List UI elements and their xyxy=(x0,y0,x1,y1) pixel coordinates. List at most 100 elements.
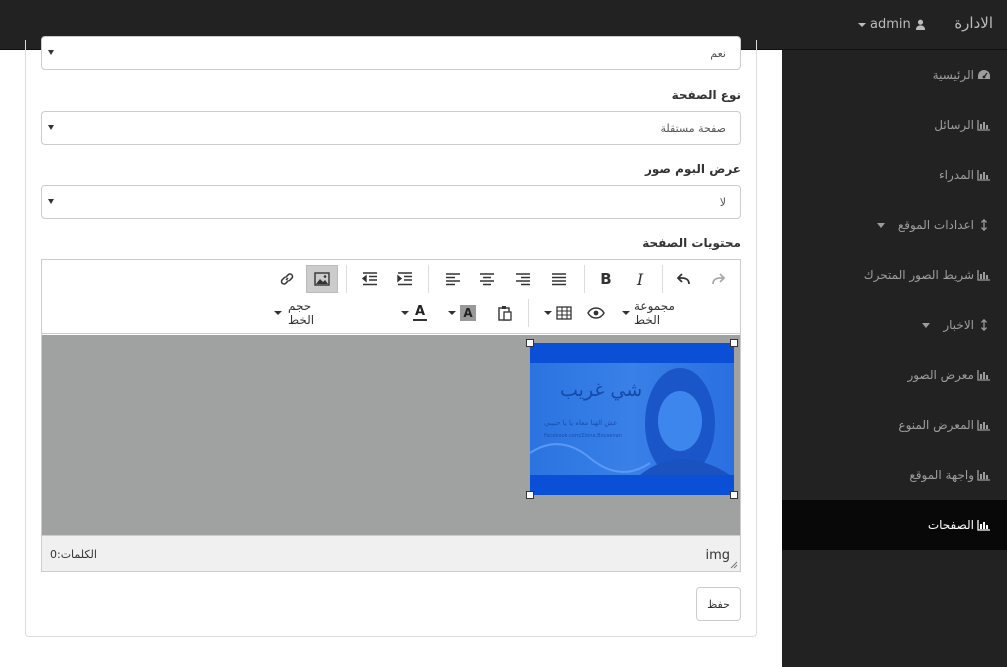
image-content: شي غريب عش الهنا معاه يا يا حبيبي Facebo… xyxy=(530,363,734,475)
page-type-select[interactable]: صفحة مستقلة xyxy=(41,111,741,145)
outdent-icon xyxy=(362,272,377,286)
background-color-dropdown[interactable]: A xyxy=(442,299,482,327)
preview-button[interactable] xyxy=(583,299,609,327)
image-subtitle-text: عش الهنا معاه يا يا حبيبي xyxy=(544,419,618,427)
sidebar-item-misc-gallery[interactable]: المعرض المنوع xyxy=(782,400,1007,450)
sidebar: الرئيسية الرسائل المدراء اعدادات الموقع … xyxy=(782,50,1007,667)
italic-icon: I xyxy=(636,269,644,289)
user-icon xyxy=(915,19,925,30)
dashboard-icon xyxy=(978,70,990,79)
chevron-down-icon xyxy=(622,311,630,315)
select-value: لا xyxy=(719,196,726,209)
image-link-text: Facebook.com/Zeina.Bousenan xyxy=(544,433,622,439)
sidebar-item-label: معرض الصور xyxy=(907,368,974,382)
text-color-icon: A xyxy=(413,304,427,321)
word-count: الكلمات:0 xyxy=(50,548,97,561)
sidebar-item-frontend[interactable]: واجهة الموقع xyxy=(782,450,1007,500)
indent-button[interactable] xyxy=(392,265,418,293)
font-size-dropdown[interactable]: حجم الخط xyxy=(274,299,338,327)
username: admin xyxy=(870,17,911,32)
top-select[interactable]: نعم xyxy=(41,36,741,70)
user-menu[interactable]: admin xyxy=(858,17,926,32)
insert-link-button[interactable] xyxy=(274,265,300,293)
indent-icon xyxy=(397,272,412,286)
sidebar-item-label: الرسائل xyxy=(934,118,974,132)
bar-chart-icon xyxy=(977,520,990,531)
bold-button[interactable]: B xyxy=(594,265,618,293)
resize-handle[interactable] xyxy=(730,491,738,499)
paste-button[interactable] xyxy=(492,299,518,327)
dropdown-arrow-icon xyxy=(48,50,54,55)
sidebar-item-label: الرئيسية xyxy=(932,68,974,82)
outdent-button[interactable] xyxy=(357,265,383,293)
bar-chart-icon xyxy=(977,270,990,281)
align-center-icon xyxy=(480,273,494,286)
dropdown-arrow-icon xyxy=(48,199,54,204)
editor-statusbar: img الكلمات:0 xyxy=(42,535,740,571)
bar-chart-icon xyxy=(977,470,990,481)
toolbar-separator xyxy=(528,299,529,327)
main-content: نعم نوع الصفحة صفحة مستقلة عرض البوم صور… xyxy=(0,36,782,667)
page-type-label: نوع الصفحة xyxy=(671,88,741,102)
align-justify-button[interactable] xyxy=(546,265,572,293)
sidebar-item-messages[interactable]: الرسائل xyxy=(782,100,1007,150)
table-icon xyxy=(556,306,572,320)
chevron-down-icon xyxy=(401,311,409,315)
resize-handle[interactable] xyxy=(730,339,738,347)
bold-icon: B xyxy=(600,270,612,288)
resize-grip-icon[interactable] xyxy=(730,561,738,569)
sidebar-item-site-settings[interactable]: اعدادات الموقع xyxy=(782,200,1007,250)
editor-content-area[interactable]: شي غريب عش الهنا معاه يا يا حبيبي Facebo… xyxy=(42,335,740,535)
chevron-down-icon xyxy=(876,222,885,228)
clipboard-icon xyxy=(498,306,512,321)
dropdown-arrow-icon xyxy=(48,125,54,130)
brand-title[interactable]: الادارة xyxy=(954,14,993,32)
italic-button[interactable]: I xyxy=(628,265,652,293)
album-label: عرض البوم صور xyxy=(644,162,741,176)
align-center-button[interactable] xyxy=(474,265,500,293)
insert-image-button[interactable] xyxy=(306,265,338,293)
text-color-dropdown[interactable]: A xyxy=(394,299,434,327)
toolbar-separator xyxy=(584,265,585,293)
sidebar-item-label: اعدادات الموقع xyxy=(897,218,974,232)
save-button[interactable]: حفظ xyxy=(696,587,741,621)
bar-chart-icon xyxy=(977,420,990,431)
bar-chart-icon xyxy=(977,120,990,131)
image-title-text: شي غريب xyxy=(560,379,643,401)
element-path[interactable]: img xyxy=(705,548,730,563)
highlight-icon: A xyxy=(460,305,476,321)
vertical-arrows-icon xyxy=(980,219,988,231)
chevron-down-icon xyxy=(858,22,866,27)
resize-handle[interactable] xyxy=(526,339,534,347)
redo-button[interactable] xyxy=(706,265,730,293)
sidebar-item-gallery[interactable]: معرض الصور xyxy=(782,350,1007,400)
undo-button[interactable] xyxy=(672,265,696,293)
sidebar-item-admins[interactable]: المدراء xyxy=(782,150,1007,200)
sidebar-item-label: المدراء xyxy=(939,168,974,182)
eye-icon xyxy=(587,307,605,319)
sidebar-item-news[interactable]: الاخبار xyxy=(782,300,1007,350)
sidebar-item-label: الصفحات xyxy=(927,518,974,532)
font-size-label: حجم الخط xyxy=(288,299,315,327)
toolbar-separator xyxy=(428,265,429,293)
align-right-button[interactable] xyxy=(510,265,536,293)
bar-chart-icon xyxy=(977,370,990,381)
chevron-down-icon xyxy=(274,311,282,315)
chevron-down-icon xyxy=(544,311,552,315)
sidebar-item-home[interactable]: الرئيسية xyxy=(782,50,1007,100)
sidebar-item-slider[interactable]: شريط الصور المتحرك xyxy=(782,250,1007,300)
align-right-icon xyxy=(516,273,530,286)
align-left-button[interactable] xyxy=(440,265,466,293)
album-select[interactable]: لا xyxy=(41,185,741,219)
bar-chart-icon xyxy=(977,170,990,181)
resize-handle[interactable] xyxy=(526,491,534,499)
font-family-label: مجموعة الخط xyxy=(634,299,675,327)
redo-icon xyxy=(712,273,726,285)
toolbar-separator xyxy=(346,265,347,293)
align-justify-icon xyxy=(552,273,566,286)
sidebar-item-pages[interactable]: الصفحات xyxy=(782,500,1007,550)
table-dropdown[interactable] xyxy=(539,299,577,327)
font-family-dropdown[interactable]: مجموعة الخط xyxy=(622,299,702,327)
selected-image[interactable]: شي غريب عش الهنا معاه يا يا حبيبي Facebo… xyxy=(526,339,738,499)
undo-icon xyxy=(676,273,690,285)
